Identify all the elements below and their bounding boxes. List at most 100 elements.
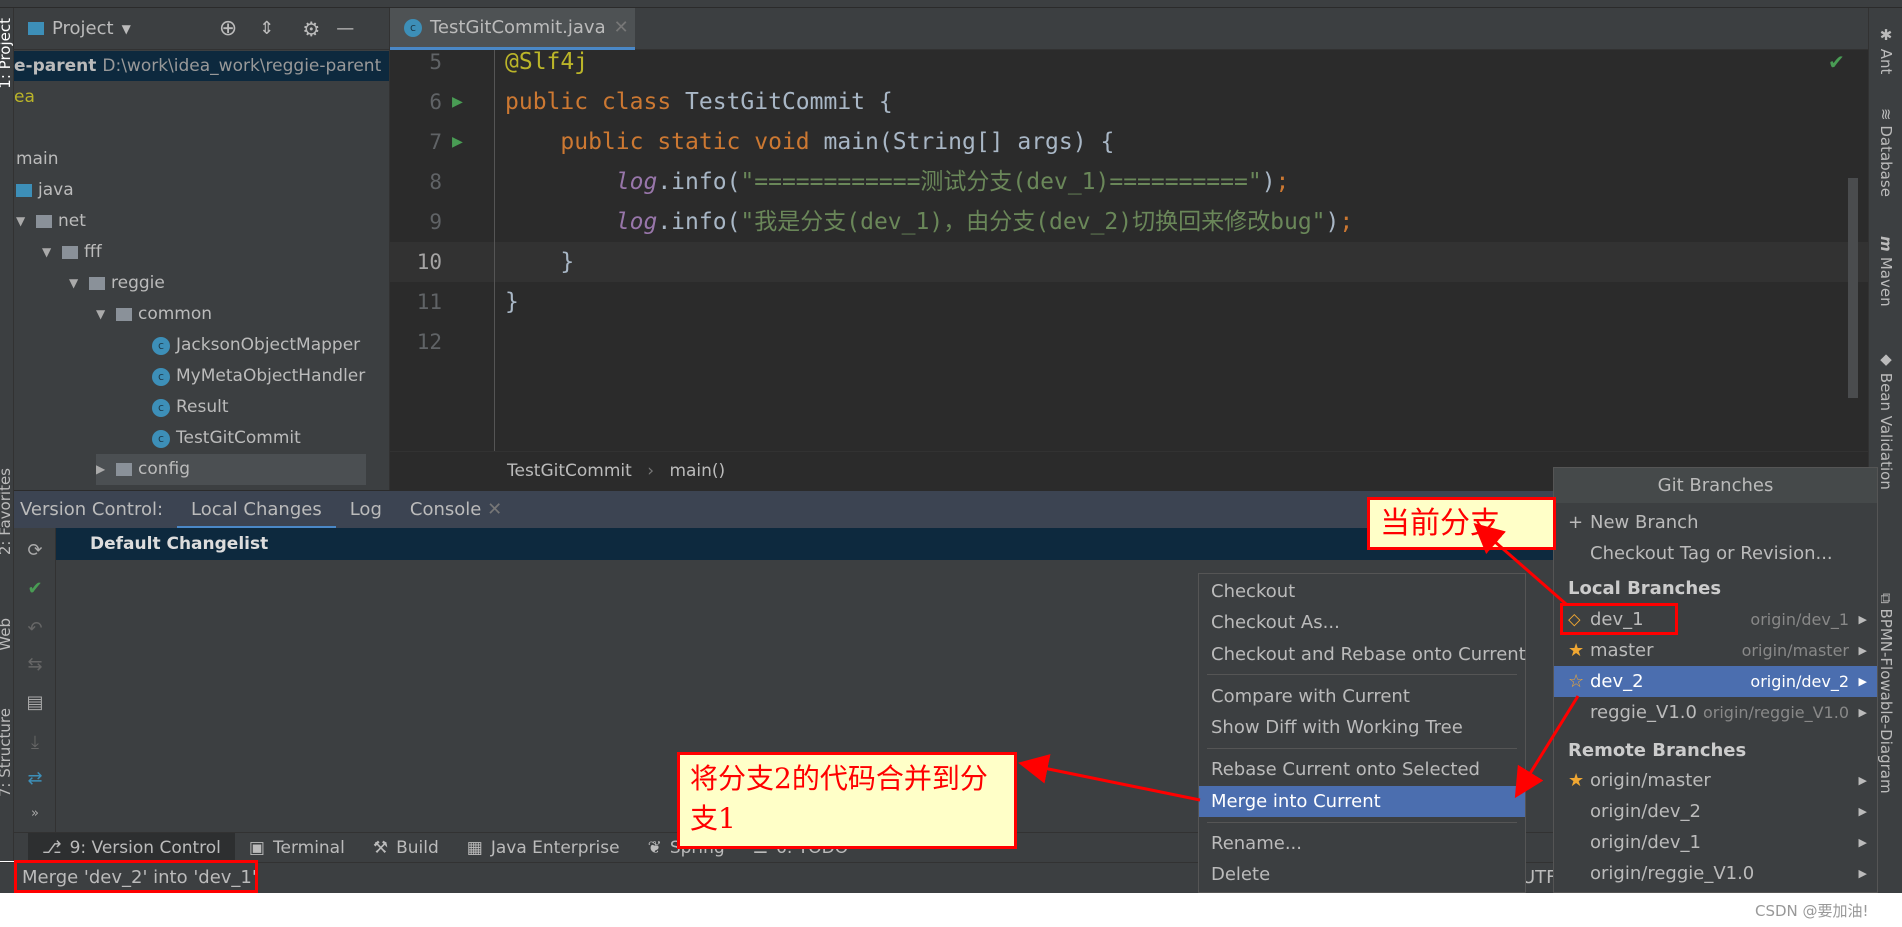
- gear-icon[interactable]: ⚙: [302, 17, 320, 41]
- tab-local-changes[interactable]: Local Changes: [177, 491, 336, 529]
- tree-label: JacksonObjectMapper: [176, 335, 361, 355]
- tree-item-class[interactable]: c Result: [152, 392, 229, 423]
- remote-origin-dev-2[interactable]: origin/dev_2 ▶: [1554, 796, 1877, 827]
- breadcrumb-class[interactable]: TestGitCommit: [507, 461, 632, 481]
- tree-item-class[interactable]: c MyMetaObjectHandler: [152, 361, 365, 392]
- code-line[interactable]: 6 ▶ public class TestGitCommit {: [390, 82, 1868, 122]
- code-line[interactable]: 5 @Slf4j: [390, 42, 1868, 82]
- menu-rebase-current[interactable]: Rebase Current onto Selected: [1199, 754, 1525, 785]
- code-line[interactable]: 9 log.info("我是分支(dev_1)，由分支(dev_2)切换回来修改…: [390, 202, 1868, 242]
- changelist-icon[interactable]: ▤: [24, 692, 46, 713]
- tool-bean-validation[interactable]: ◆ Bean Validation: [1877, 350, 1895, 490]
- tree-item-config[interactable]: ▶ config: [96, 454, 366, 485]
- remote-origin-reggie[interactable]: origin/reggie_V1.0 ▶: [1554, 858, 1877, 889]
- more-icon[interactable]: »: [24, 806, 46, 821]
- tool-build[interactable]: ⚒ Build: [359, 833, 453, 863]
- tree-item-fff[interactable]: ▼ fff: [42, 237, 102, 268]
- tree-item-main[interactable]: main: [16, 144, 58, 175]
- tool-web[interactable]: Web: [0, 618, 14, 651]
- code-area[interactable]: 5 @Slf4j 6 ▶ public class TestGitCommit {7 ▶ …: [390, 8, 1868, 451]
- group-icon[interactable]: ⇄: [24, 768, 46, 789]
- tree-item-class[interactable]: c TestGitCommit: [152, 423, 301, 454]
- tree-item-idea[interactable]: ea: [14, 82, 35, 113]
- code-line[interactable]: 12: [390, 322, 1868, 362]
- tree-item-class[interactable]: c JacksonObjectMapper: [152, 330, 360, 361]
- tool-maven[interactable]: m Maven: [1877, 236, 1895, 307]
- highlight-box-dev1: [1560, 603, 1678, 635]
- line-number: 11: [416, 290, 442, 314]
- tab-console[interactable]: Console ✕: [396, 491, 516, 529]
- menu-show-diff[interactable]: Show Diff with Working Tree: [1199, 712, 1525, 743]
- line-number: 7: [429, 130, 442, 154]
- tool-terminal[interactable]: ▣ Terminal: [235, 833, 359, 863]
- menu-compare[interactable]: Compare with Current: [1199, 681, 1525, 712]
- code-text: log.info("我是分支(dev_1)，由分支(dev_2)切换回来修改bu…: [505, 202, 1353, 242]
- tree-item-java[interactable]: java: [16, 175, 74, 206]
- menu-delete[interactable]: Delete: [1199, 859, 1525, 890]
- run-icon[interactable]: ▶: [452, 122, 463, 162]
- new-branch-action[interactable]: + New Branch: [1554, 507, 1877, 538]
- menu-merge-into-current[interactable]: Merge into Current: [1199, 786, 1525, 817]
- diff-icon[interactable]: ⇆: [24, 654, 46, 675]
- expand-icon[interactable]: ▼: [96, 299, 110, 330]
- tool-ant[interactable]: ✱ Ant: [1877, 26, 1895, 74]
- annotation-merge-note: 将分支2的代码合并到分支1: [677, 752, 1017, 849]
- menu-checkout-as[interactable]: Checkout As...: [1199, 607, 1525, 638]
- code-line[interactable]: 11}: [390, 282, 1868, 322]
- branch-reggie[interactable]: reggie_V1.0 origin/reggie_V1.0 ▶: [1554, 697, 1877, 728]
- checkout-tag-action[interactable]: Checkout Tag or Revision...: [1554, 538, 1877, 569]
- tool-version-control[interactable]: ⎇ 9: Version Control: [28, 832, 235, 863]
- tool-label: Ant: [1877, 48, 1895, 75]
- class-icon: c: [152, 398, 170, 417]
- code-line[interactable]: 10 }: [390, 242, 1868, 282]
- tool-java-enterprise[interactable]: ▦ Java Enterprise: [453, 833, 634, 863]
- breadcrumb-method[interactable]: main(): [669, 461, 725, 481]
- tool-label: Terminal: [272, 837, 345, 858]
- project-root-row[interactable]: e-parent D:\work\idea_work\reggie-parent: [14, 51, 389, 81]
- line-number: 5: [429, 50, 442, 74]
- code-token: main(String[] args) {: [823, 129, 1115, 155]
- tree-item-reggie[interactable]: ▼ reggie: [69, 268, 165, 299]
- tool-favorites[interactable]: 2: Favorites: [0, 468, 14, 555]
- gutter-divider: [494, 50, 495, 451]
- branch-dev-2[interactable]: ☆ dev_2 origin/dev_2 ▶: [1554, 666, 1877, 697]
- scrollbar[interactable]: [1848, 178, 1858, 398]
- expand-icon[interactable]: ▼: [16, 206, 30, 237]
- expand-icon[interactable]: ▼: [69, 268, 83, 299]
- collapse-icon[interactable]: ⇕: [259, 18, 274, 39]
- tool-structure[interactable]: 7: Structure: [0, 708, 14, 797]
- minimize-icon[interactable]: —: [336, 18, 354, 39]
- remote-origin-master[interactable]: ★ origin/master ▶: [1554, 765, 1877, 796]
- tab-log[interactable]: Log: [336, 491, 396, 529]
- encoding-indicator[interactable]: UTF: [1522, 863, 1557, 893]
- tool-database[interactable]: ≋ Database: [1877, 108, 1895, 197]
- close-icon[interactable]: ✕: [487, 499, 502, 520]
- tool-project[interactable]: 1: Project: [0, 18, 14, 89]
- project-title[interactable]: Project: [52, 18, 114, 39]
- chevron-down-icon[interactable]: ▼: [122, 22, 131, 36]
- locate-icon[interactable]: ⊕: [219, 16, 237, 41]
- page-background: [0, 893, 1868, 927]
- tree-item-net[interactable]: ▼ net: [16, 206, 86, 237]
- tree-label: Result: [176, 397, 229, 417]
- code-line[interactable]: 7 ▶ public static void main(String[] args…: [390, 122, 1868, 162]
- menu-checkout[interactable]: Checkout: [1199, 576, 1525, 607]
- menu-checkout-rebase[interactable]: Checkout and Rebase onto Current: [1199, 639, 1526, 670]
- tool-label: Build: [396, 837, 439, 858]
- commit-check-icon[interactable]: ✔: [24, 578, 46, 599]
- run-icon[interactable]: ▶: [452, 82, 463, 122]
- expand-icon[interactable]: ▼: [42, 237, 56, 268]
- tool-bpmn[interactable]: ⧉ BPMN-Flowable-Diagram: [1877, 593, 1895, 794]
- code-token: ;: [1339, 209, 1354, 235]
- remote-origin-dev-1[interactable]: origin/dev_1 ▶: [1554, 827, 1877, 858]
- expand-icon[interactable]: ▶: [96, 454, 110, 485]
- refresh-icon[interactable]: ⟳: [24, 540, 46, 561]
- code-line[interactable]: 8 log.info("============测试分支(dev_1)=====…: [390, 162, 1868, 202]
- editor[interactable]: c TestGitCommit.java ✕ 5 @Slf4j 6 ▶ public c…: [390, 8, 1868, 490]
- tree-item-common[interactable]: ▼ common: [96, 299, 212, 330]
- branch-master[interactable]: ★ master origin/master ▶: [1554, 635, 1877, 666]
- rollback-icon[interactable]: ↶: [24, 618, 46, 639]
- menu-rename[interactable]: Rename...: [1199, 828, 1525, 859]
- code-token: log: [505, 169, 658, 195]
- shelve-icon[interactable]: ⤓: [24, 732, 46, 753]
